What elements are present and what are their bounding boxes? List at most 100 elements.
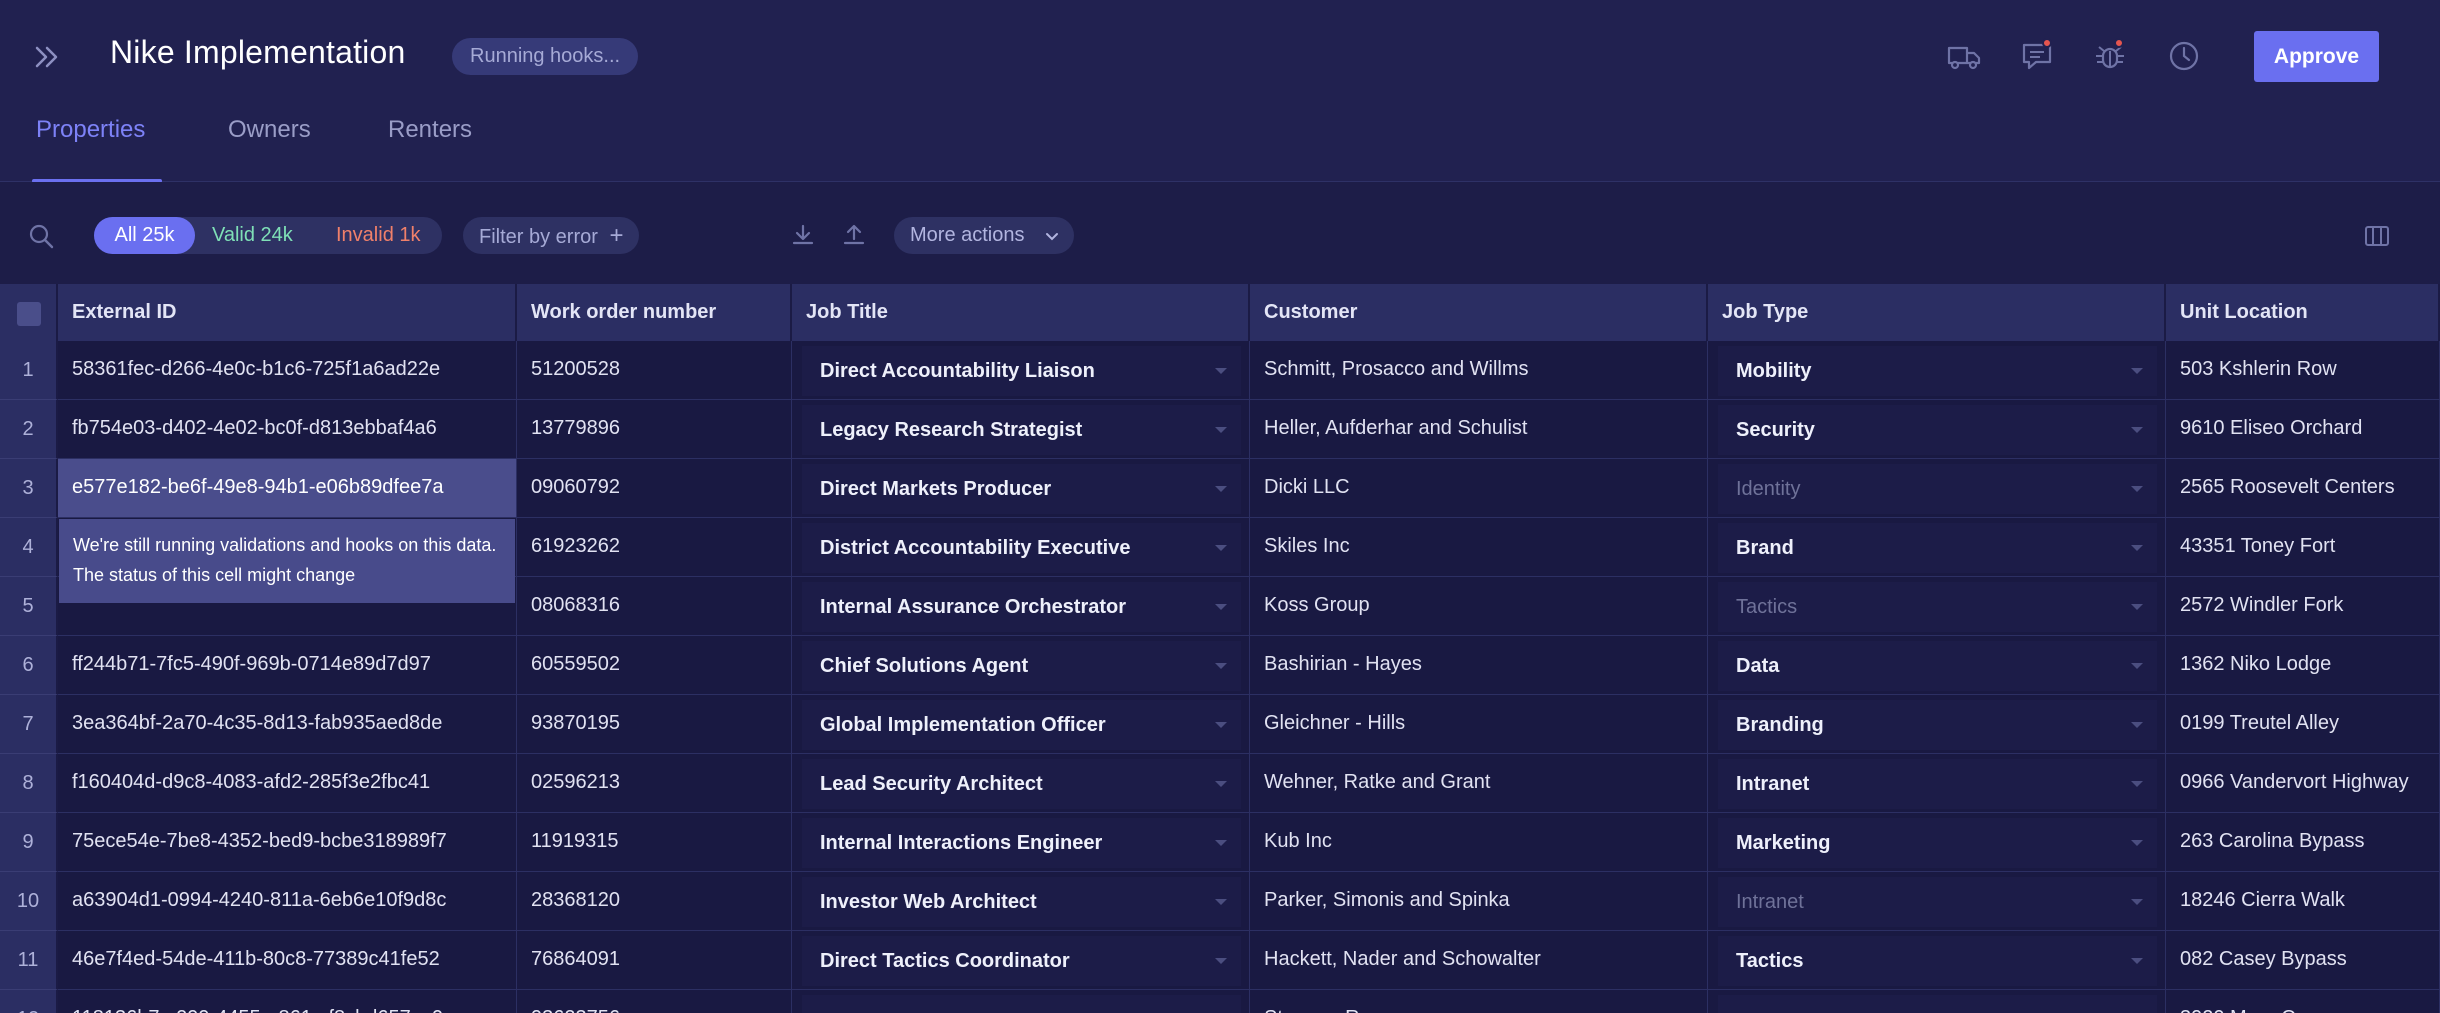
job-type-cell[interactable]: Branding	[1708, 695, 2166, 754]
job-type-cell[interactable]: Tactics	[1708, 577, 2166, 636]
column-header-customer[interactable]: Customer	[1250, 284, 1708, 341]
work-order-cell[interactable]: 13779896	[517, 400, 792, 459]
external-id-cell[interactable]: f160404d-d9c8-4083-afd2-285f3e2fbc41	[58, 754, 517, 813]
search-icon[interactable]	[27, 222, 55, 250]
external-id-cell[interactable]: a63904d1-0994-4240-811a-6eb6e10f9d8c	[58, 872, 517, 931]
job-title-select[interactable]: Internal Interactions Engineer	[802, 818, 1241, 868]
job-type-cell[interactable]	[1708, 990, 2166, 1013]
work-order-cell[interactable]: 08068316	[517, 577, 792, 636]
bug-icon[interactable]	[2092, 38, 2128, 74]
customer-cell[interactable]: Schmitt, Prosacco and Willms	[1250, 341, 1708, 400]
row-number[interactable]: 2	[0, 400, 58, 459]
row-number[interactable]: 10	[0, 872, 58, 931]
customer-cell[interactable]: Bashirian - Hayes	[1250, 636, 1708, 695]
job-type-select[interactable]: Tactics	[1718, 936, 2157, 986]
work-order-cell[interactable]: 93870195	[517, 695, 792, 754]
unit-location-cell[interactable]: 0199 Treutel Alley	[2166, 695, 2440, 754]
job-title-cell[interactable]: Legacy Research Strategist	[792, 400, 1250, 459]
external-id-cell[interactable]: e577e182-be6f-49e8-94b1-e06b89dfee7a	[58, 459, 517, 518]
unit-location-cell[interactable]: 082 Casey Bypass	[2166, 931, 2440, 990]
job-title-cell[interactable]: Internal Interactions Engineer	[792, 813, 1250, 872]
tab-owners[interactable]: Owners	[228, 116, 311, 144]
customer-cell[interactable]: Skiles Inc	[1250, 518, 1708, 577]
external-id-cell[interactable]: 75ece54e-7be8-4352-bed9-bcbe318989f7	[58, 813, 517, 872]
row-number[interactable]: 7	[0, 695, 58, 754]
job-title-cell[interactable]	[792, 990, 1250, 1013]
column-header-job-title[interactable]: Job Title	[792, 284, 1250, 341]
download-icon[interactable]	[790, 222, 816, 248]
tab-renters[interactable]: Renters	[388, 116, 472, 144]
customer-cell[interactable]: Stamm - Rowe	[1250, 990, 1708, 1013]
expand-sidebar-icon[interactable]	[30, 40, 64, 74]
job-title-cell[interactable]: Direct Accountability Liaison	[792, 341, 1250, 400]
job-type-select[interactable]	[1718, 995, 2157, 1013]
job-type-cell[interactable]: Intranet	[1708, 754, 2166, 813]
row-number[interactable]: 3	[0, 459, 58, 518]
unit-location-cell[interactable]: 1362 Niko Lodge	[2166, 636, 2440, 695]
row-number[interactable]: 11	[0, 931, 58, 990]
select-all-checkbox[interactable]	[17, 302, 41, 326]
unit-location-cell[interactable]: 9610 Eliseo Orchard	[2166, 400, 2440, 459]
job-type-select[interactable]: Security	[1718, 405, 2157, 455]
job-type-select[interactable]: Mobility	[1718, 346, 2157, 396]
external-id-cell[interactable]: 58361fec-d266-4e0c-b1c6-725f1a6ad22e	[58, 341, 517, 400]
job-title-select[interactable]: Legacy Research Strategist	[802, 405, 1241, 455]
row-number[interactable]: 12	[0, 990, 58, 1013]
job-type-select[interactable]: Tactics	[1718, 582, 2157, 632]
job-title-cell[interactable]: Lead Security Architect	[792, 754, 1250, 813]
unit-location-cell[interactable]: 43351 Toney Fort	[2166, 518, 2440, 577]
work-order-cell[interactable]: 76864091	[517, 931, 792, 990]
job-title-select[interactable]	[802, 995, 1241, 1013]
job-type-select[interactable]: Brand	[1718, 523, 2157, 573]
external-id-cell[interactable]: 46e7f4ed-54de-411b-80c8-77389c41fe52	[58, 931, 517, 990]
filter-all-button[interactable]: All 25k	[94, 217, 195, 254]
filter-by-error-button[interactable]: Filter by error +	[463, 217, 640, 254]
job-type-cell[interactable]: Mobility	[1708, 341, 2166, 400]
customer-cell[interactable]: Dicki LLC	[1250, 459, 1708, 518]
customer-cell[interactable]: Heller, Aufderhar and Schulist	[1250, 400, 1708, 459]
job-type-select[interactable]: Marketing	[1718, 818, 2157, 868]
job-type-select[interactable]: Intranet	[1718, 877, 2157, 927]
job-title-select[interactable]: Internal Assurance Orchestrator	[802, 582, 1241, 632]
job-type-cell[interactable]: Brand	[1708, 518, 2166, 577]
filter-valid-button[interactable]: Valid 24k	[212, 217, 293, 254]
job-type-cell[interactable]: Tactics	[1708, 931, 2166, 990]
job-title-select[interactable]: Direct Accountability Liaison	[802, 346, 1241, 396]
job-type-select[interactable]: Intranet	[1718, 759, 2157, 809]
job-title-select[interactable]: Direct Markets Producer	[802, 464, 1241, 514]
tab-properties[interactable]: Properties	[36, 116, 145, 144]
unit-location-cell[interactable]: 18246 Cierra Walk	[2166, 872, 2440, 931]
work-order-cell[interactable]: 60559502	[517, 636, 792, 695]
job-title-select[interactable]: Chief Solutions Agent	[802, 641, 1241, 691]
job-title-cell[interactable]: Chief Solutions Agent	[792, 636, 1250, 695]
job-type-select[interactable]: Data	[1718, 641, 2157, 691]
job-title-select[interactable]: Direct Tactics Coordinator	[802, 936, 1241, 986]
row-number[interactable]: 4	[0, 518, 58, 577]
approve-button[interactable]: Approve	[2254, 31, 2379, 82]
customer-cell[interactable]: Koss Group	[1250, 577, 1708, 636]
customer-cell[interactable]: Parker, Simonis and Spinka	[1250, 872, 1708, 931]
customer-cell[interactable]: Wehner, Ratke and Grant	[1250, 754, 1708, 813]
customer-cell[interactable]: Gleichner - Hills	[1250, 695, 1708, 754]
chat-icon[interactable]	[2020, 38, 2056, 74]
job-type-select[interactable]: Identity	[1718, 464, 2157, 514]
job-type-cell[interactable]: Marketing	[1708, 813, 2166, 872]
customer-cell[interactable]: Kub Inc	[1250, 813, 1708, 872]
column-header-job-type[interactable]: Job Type	[1708, 284, 2166, 341]
row-number[interactable]: 1	[0, 341, 58, 400]
job-type-cell[interactable]: Identity	[1708, 459, 2166, 518]
job-title-select[interactable]: Lead Security Architect	[802, 759, 1241, 809]
unit-location-cell[interactable]: 2565 Roosevelt Centers	[2166, 459, 2440, 518]
work-order-cell[interactable]: 11919315	[517, 813, 792, 872]
work-order-cell[interactable]: 02596213	[517, 754, 792, 813]
clock-icon[interactable]	[2166, 38, 2202, 74]
row-number[interactable]: 6	[0, 636, 58, 695]
job-type-cell[interactable]: Intranet	[1708, 872, 2166, 931]
job-title-cell[interactable]: Internal Assurance Orchestrator	[792, 577, 1250, 636]
column-header-unit-location[interactable]: Unit Location	[2166, 284, 2440, 341]
columns-icon[interactable]	[2364, 224, 2390, 248]
more-actions-button[interactable]: More actions	[894, 217, 1074, 254]
row-number[interactable]: 5	[0, 577, 58, 636]
work-order-cell[interactable]: 51200528	[517, 341, 792, 400]
unit-location-cell[interactable]: 263 Carolina Bypass	[2166, 813, 2440, 872]
